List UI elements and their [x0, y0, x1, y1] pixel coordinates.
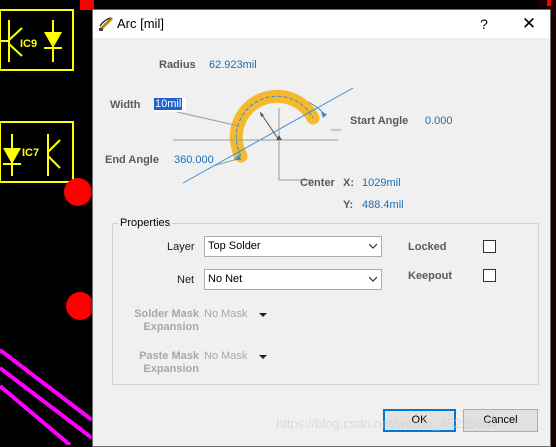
center-x-value[interactable]: 1029mil: [362, 177, 401, 189]
radius-value[interactable]: 62.923mil: [209, 59, 257, 71]
width-value: 10mil: [154, 98, 183, 110]
properties-group-title: Properties: [118, 217, 173, 229]
paste-mask-label-line2: Expansion: [143, 363, 199, 375]
solder-mask-label-line2: Expansion: [143, 321, 199, 333]
radius-label: Radius: [159, 59, 196, 71]
solder-mask-expansion-label: Solder Mask Expansion: [123, 308, 199, 334]
watermark: https://blog.csdn.net/weixin_45226664: [276, 416, 498, 431]
designator-ic7: IC7: [22, 147, 39, 159]
close-button[interactable]: ✕: [518, 14, 540, 34]
layer-label: Layer: [167, 241, 195, 253]
chevron-down-icon: [369, 243, 377, 249]
dialog-title: Arc [mil]: [117, 16, 164, 31]
locked-checkbox[interactable]: [483, 240, 496, 253]
chevron-down-icon: [369, 276, 377, 282]
keepout-checkbox[interactable]: [483, 269, 496, 282]
end-angle-label: End Angle: [105, 154, 159, 166]
locked-label: Locked: [408, 241, 447, 253]
net-select-value: No Net: [208, 273, 243, 285]
keepout-label: Keepout: [408, 270, 452, 282]
net-label: Net: [177, 274, 195, 286]
start-angle-value[interactable]: 0.000: [425, 115, 453, 127]
width-label: Width: [110, 99, 141, 111]
paste-mask-label-line1: Paste Mask: [139, 350, 199, 362]
center-y-label: Y:: [343, 199, 354, 211]
center-x-label: X:: [343, 177, 354, 189]
arc-properties-dialog: Arc [mil] ? ✕ Radius 62.923mil Width 10m…: [92, 9, 551, 447]
designator-ic9: IC9: [20, 38, 37, 50]
paste-mask-value: No Mask: [204, 350, 248, 362]
help-button[interactable]: ?: [473, 14, 495, 34]
end-angle-value[interactable]: 360.000: [174, 154, 214, 166]
width-input[interactable]: 10mil: [154, 98, 186, 112]
dropdown-arrow-icon[interactable]: [259, 313, 267, 317]
paste-mask-expansion-label: Paste Mask Expansion: [123, 350, 199, 376]
solder-mask-label-line1: Solder Mask: [134, 308, 199, 320]
arc-tool-icon: [98, 16, 114, 32]
dropdown-arrow-icon[interactable]: [259, 355, 267, 359]
solder-mask-value: No Mask: [204, 308, 248, 320]
center-y-value[interactable]: 488.4mil: [362, 199, 404, 211]
net-select[interactable]: No Net: [204, 269, 382, 290]
start-angle-label: Start Angle: [350, 115, 409, 127]
center-label: Center: [300, 177, 335, 189]
dialog-title-bar[interactable]: Arc [mil] ? ✕: [93, 10, 550, 38]
layer-select[interactable]: Top Solder: [204, 236, 382, 257]
layer-select-value: Top Solder: [208, 240, 261, 252]
